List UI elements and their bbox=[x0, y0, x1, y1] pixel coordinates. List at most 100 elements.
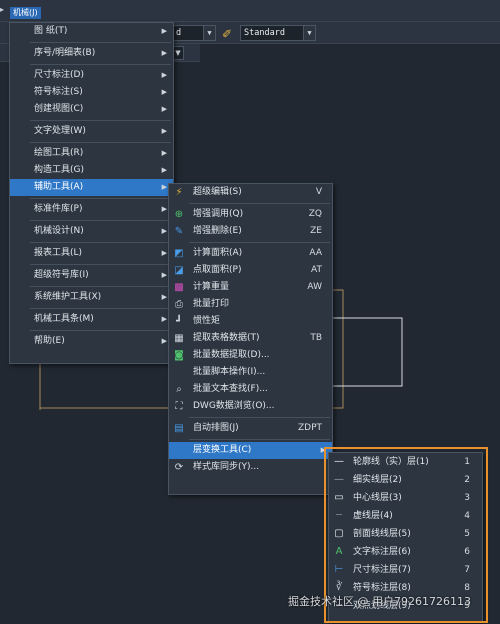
menu-separator bbox=[189, 242, 330, 243]
chevron-right-icon: ▶ bbox=[161, 127, 167, 135]
menu-item-label: 符号标注(S) bbox=[34, 87, 83, 97]
menu-separator bbox=[189, 439, 330, 440]
menu-item-批量打印[interactable]: ⎙ 批量打印 bbox=[169, 296, 332, 313]
menu-item-批量文本查找[interactable]: ⌕ 批量文本查找(F)... bbox=[169, 381, 332, 398]
menu-item-label: 批量脚本操作(I)... bbox=[193, 367, 266, 377]
menu-item-计算面积[interactable]: ◩ 计算面积(A) AA bbox=[169, 245, 332, 262]
shortcut-key: V bbox=[315, 187, 322, 197]
menu-item-批量脚本操作[interactable]: 批量脚本操作(I)... bbox=[169, 364, 332, 381]
menu-item-label: 机械工具条(M) bbox=[34, 314, 94, 324]
menu-item-label: 计算重量 bbox=[193, 282, 230, 292]
menu-item-label: 构造工具(G) bbox=[34, 165, 84, 175]
menu-separator bbox=[30, 142, 171, 143]
menu-item-label: 惯性矩 bbox=[193, 316, 221, 326]
chevron-right-icon: ▶ bbox=[161, 88, 167, 96]
menu-item-机械工具条[interactable]: 机械工具条(M) ▶ bbox=[10, 311, 173, 328]
menu-separator bbox=[30, 242, 171, 243]
chevron-right-icon: ▶ bbox=[161, 71, 167, 79]
chevron-right-icon: ▶ bbox=[161, 183, 167, 191]
menu-separator bbox=[30, 220, 171, 221]
menu-item-增强调用[interactable]: ⊕ 增强调用(Q) ZQ bbox=[169, 206, 332, 223]
shortcut-key: ZE bbox=[310, 226, 322, 236]
menu-item-label: 尺寸标注(D) bbox=[34, 70, 84, 80]
menu-item-label: 文字处理(W) bbox=[34, 126, 86, 136]
chevron-right-icon: ▶ bbox=[161, 271, 167, 279]
batch-print-icon: ⎙ bbox=[175, 298, 183, 310]
auto-layout-icon: ▤ bbox=[174, 422, 184, 434]
chevron-right-icon: ▶ bbox=[161, 49, 167, 57]
menu-separator bbox=[30, 198, 171, 199]
weight-calc-icon: ▩ bbox=[174, 281, 184, 293]
menu-item-帮助[interactable]: 帮助(E) ▶ bbox=[10, 333, 173, 350]
menu-item-label: 增强删除(E) bbox=[193, 226, 242, 236]
menu-item-label: 机械设计(N) bbox=[34, 226, 84, 236]
chevron-right-icon: ▶ bbox=[161, 293, 167, 301]
menu-item-自动排图[interactable]: ▤ 自动排图(J) ZDPT bbox=[169, 420, 332, 437]
chevron-right-icon: ▶ bbox=[161, 205, 167, 213]
menu-item-样式库同步[interactable]: ⟳ 样式库同步(Y)... bbox=[169, 459, 332, 476]
menu-item-点取面积[interactable]: ◪ 点取面积(P) AT bbox=[169, 262, 332, 279]
menu-item-label: 序号/明细表(B) bbox=[34, 48, 96, 58]
menu-item-label: 绘图工具(R) bbox=[34, 148, 84, 158]
menu-separator bbox=[30, 286, 171, 287]
enhanced-delete-icon: ✎ bbox=[174, 225, 184, 237]
menu-item-DWG数据浏览[interactable]: ⛶ DWG数据浏览(O)... bbox=[169, 398, 332, 415]
menu-item-超级符号库[interactable]: 超级符号库(I) ▶ bbox=[10, 267, 173, 284]
menu-separator bbox=[30, 42, 171, 43]
menu-item-增强删除[interactable]: ✎ 增强删除(E) ZE bbox=[169, 223, 332, 240]
menu-item-label: 自动排图(J) bbox=[193, 423, 239, 433]
inertia-icon: ┛ bbox=[175, 315, 183, 327]
menu-item-层变换工具[interactable]: 层变换工具(C) ▶ bbox=[169, 442, 332, 459]
menu-item-label: 辅助工具(A) bbox=[34, 182, 84, 192]
menu-item-label: 样式库同步(Y)... bbox=[193, 462, 260, 472]
shortcut-key: AT bbox=[311, 265, 322, 275]
shortcut-key: TB bbox=[310, 333, 322, 343]
menu-item-报表工具[interactable]: 报表工具(L) ▶ bbox=[10, 245, 173, 262]
menu-item-label: 创建视图(C) bbox=[34, 104, 84, 114]
menu-item-符号标注[interactable]: 符号标注(S) ▶ bbox=[10, 84, 173, 101]
menu-item-惯性矩[interactable]: ┛ 惯性矩 bbox=[169, 313, 332, 330]
menu-item-label: 批量数据提取(D)... bbox=[193, 350, 270, 360]
shortcut-key: ZQ bbox=[308, 209, 322, 219]
menu-item-提取表格数据[interactable]: ▦ 提取表格数据(T) TB bbox=[169, 330, 332, 347]
menu-item-label: 系统维护工具(X) bbox=[34, 292, 102, 302]
menu-item-构造工具[interactable]: 构造工具(G) ▶ bbox=[10, 162, 173, 179]
menu-item-label: DWG数据浏览(O)... bbox=[193, 401, 275, 411]
shortcut-key: AA bbox=[309, 248, 322, 258]
menu-separator bbox=[189, 417, 330, 418]
super-edit-icon: ⚡ bbox=[175, 186, 183, 198]
menu-item-label: 点取面积(P) bbox=[193, 265, 242, 275]
dwg-browse-icon: ⛶ bbox=[175, 400, 183, 412]
mechanical-menu: 图 纸(T) ▶ 序号/明细表(B) ▶ 尺寸标注(D) ▶ 符号标注(S) ▶ 创建视图(C)… bbox=[9, 22, 174, 364]
chevron-right-icon: ▶ bbox=[161, 249, 167, 257]
menu-item-机械设计[interactable]: 机械设计(N) ▶ bbox=[10, 223, 173, 240]
menu-item-超级编辑[interactable]: ⚡ 超级编辑(S) V bbox=[169, 184, 332, 201]
menu-item-label: 计算面积(A) bbox=[193, 248, 243, 258]
menu-separator bbox=[189, 203, 330, 204]
menu-separator bbox=[30, 330, 171, 331]
menu-item-计算重量[interactable]: ▩ 计算重量 AW bbox=[169, 279, 332, 296]
table-extract-icon: ▦ bbox=[174, 332, 184, 344]
menu-item-批量数据提取[interactable]: ◙ 批量数据提取(D)... bbox=[169, 347, 332, 364]
style-sync-icon: ⟳ bbox=[174, 461, 184, 473]
menu-item-创建视图[interactable]: 创建视图(C) ▶ bbox=[10, 101, 173, 118]
menu-item-尺寸标注[interactable]: 尺寸标注(D) ▶ bbox=[10, 67, 173, 84]
menu-item-系统维护工具[interactable]: 系统维护工具(X) ▶ bbox=[10, 289, 173, 306]
chevron-right-icon: ▶ bbox=[161, 315, 167, 323]
menu-item-图 纸[interactable]: 图 纸(T) ▶ bbox=[10, 23, 173, 40]
menu-separator bbox=[30, 308, 171, 309]
menu-item-label: 超级编辑(S) bbox=[193, 187, 242, 197]
menu-item-标准件库[interactable]: 标准件库(P) ▶ bbox=[10, 201, 173, 218]
watermark: 掘金技术社区 @ 用户79261726113 bbox=[288, 595, 471, 608]
shortcut-key: ZDPT bbox=[297, 423, 322, 433]
area-calc-icon: ◩ bbox=[174, 247, 184, 259]
enhanced-call-icon: ⊕ bbox=[174, 208, 184, 220]
menu-item-label: 层变换工具(C) bbox=[193, 445, 252, 455]
menu-separator bbox=[30, 264, 171, 265]
menu-item-绘图工具[interactable]: 绘图工具(R) ▶ bbox=[10, 145, 173, 162]
chevron-right-icon: ▶ bbox=[161, 27, 167, 35]
menu-item-序号/明细表[interactable]: 序号/明细表(B) ▶ bbox=[10, 45, 173, 62]
menu-item-辅助工具[interactable]: 辅助工具(A) ▶ bbox=[10, 179, 173, 196]
menu-item-文字处理[interactable]: 文字处理(W) ▶ bbox=[10, 123, 173, 140]
menu-item-label: 批量打印 bbox=[193, 299, 230, 309]
